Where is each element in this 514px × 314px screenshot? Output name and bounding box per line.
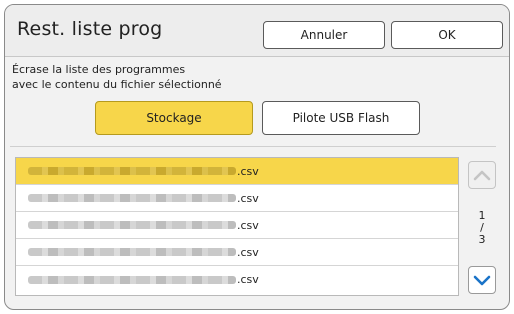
storage-button[interactable]: Stockage — [95, 101, 253, 135]
list-item[interactable]: .csv — [16, 212, 458, 239]
description-line-1: Écrase la liste des programmes — [12, 63, 186, 76]
file-extension: .csv — [237, 191, 259, 205]
obscured-filename — [28, 167, 236, 175]
file-extension: .csv — [237, 273, 259, 286]
list-item[interactable]: .csv — [16, 158, 458, 185]
divider — [10, 146, 496, 147]
description-line-2: avec le contenu du fichier sélectionné — [12, 78, 222, 91]
list-item[interactable]: .csv — [16, 239, 458, 266]
file-list: .csv .csv .csv .csv .csv — [15, 157, 459, 296]
chevron-up-icon — [473, 170, 491, 181]
page-total: 3 — [478, 233, 486, 246]
list-item[interactable]: .csv — [16, 266, 458, 293]
file-extension: .csv — [237, 218, 259, 232]
description: Écrase la liste des programmes avec le c… — [12, 62, 222, 92]
ok-button[interactable]: OK — [391, 21, 503, 49]
scroll-up-button[interactable] — [468, 161, 496, 189]
page-title: Rest. liste prog — [17, 18, 163, 40]
scroll-down-button[interactable] — [468, 266, 496, 294]
obscured-filename — [28, 248, 236, 256]
list-item[interactable]: .csv — [16, 185, 458, 212]
file-extension: .csv — [237, 245, 259, 259]
chevron-down-icon — [473, 275, 491, 286]
page-indicator: 1 / 3 — [468, 210, 496, 246]
usb-flash-button[interactable]: Pilote USB Flash — [262, 101, 420, 135]
obscured-filename — [28, 221, 236, 229]
obscured-filename — [28, 194, 236, 202]
cancel-button[interactable]: Annuler — [263, 21, 385, 49]
title-bar: Rest. liste prog Annuler OK — [5, 5, 509, 57]
obscured-filename — [28, 275, 236, 284]
file-extension: .csv — [237, 164, 259, 178]
